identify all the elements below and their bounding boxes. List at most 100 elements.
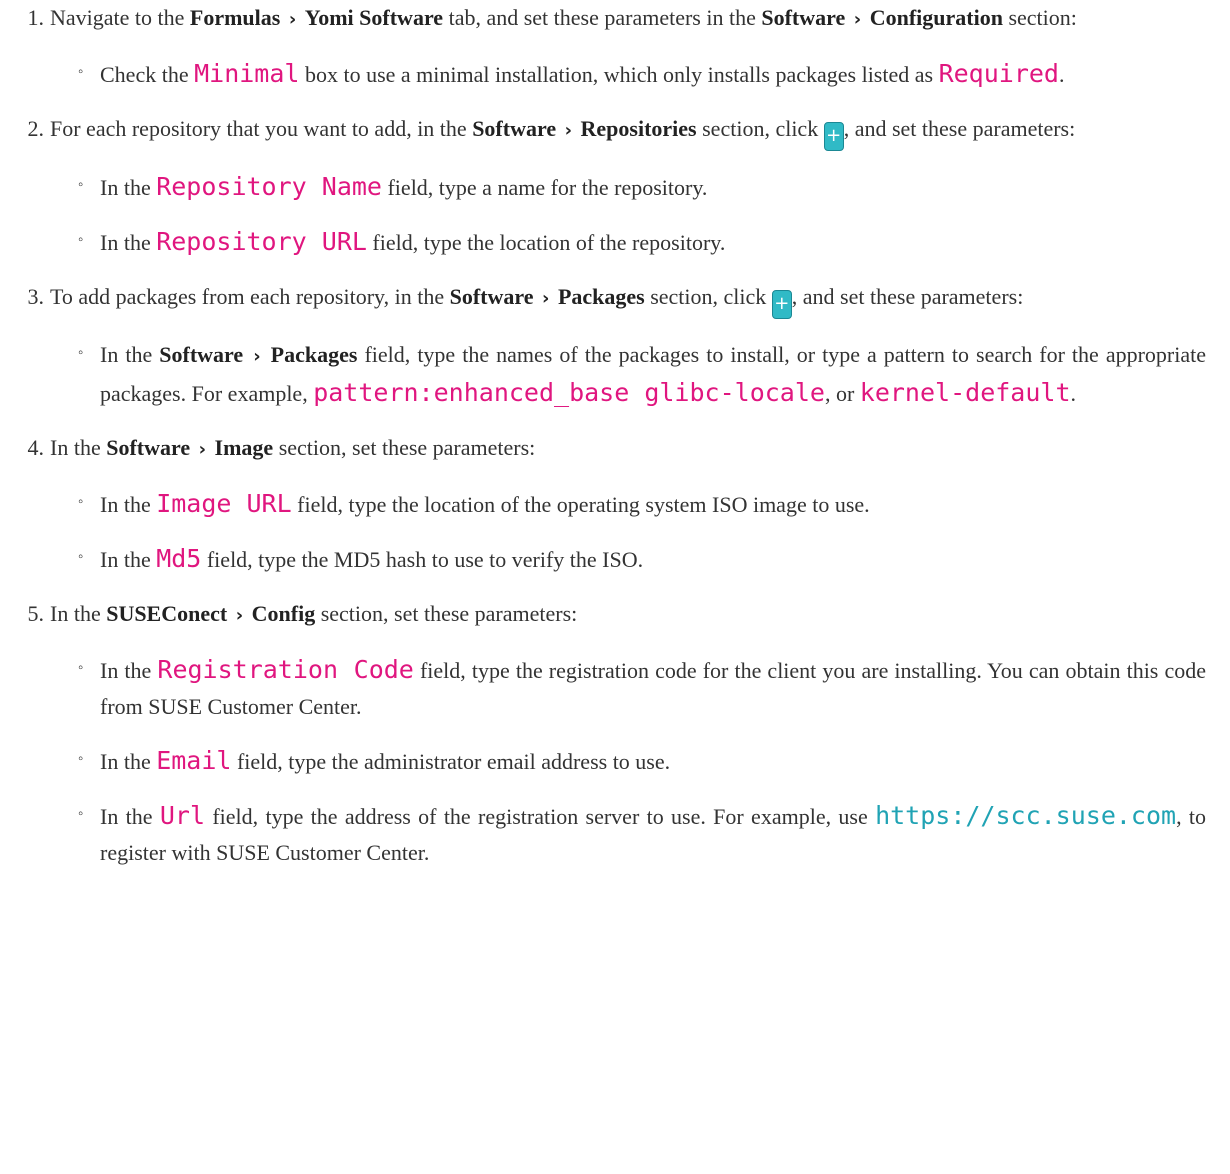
procedure-steps: 1. Navigate to the Formulas › Yomi Softw… [0,0,1207,871]
sub-text-run: field, type the MD5 hash to use to verif… [206,547,644,572]
ui-term-config: Config [251,601,316,626]
sub-text-run: In the [100,658,152,683]
menu-separator: › [542,288,550,309]
field-registration-code: Registration Code [157,655,414,684]
sub-text-run: Check the [100,62,189,87]
sub-step: ◦ In the Repository URL field, type the l… [50,224,1206,261]
step-text-run: , and set these parameters: [791,284,1024,309]
step-3: 3. To add packages from each repository,… [0,279,1207,412]
sub-steps: ◦ In the Repository Name field, type a na… [50,169,1206,261]
menu-separator: › [564,120,573,141]
step-text-run: , and set these parameters: [843,116,1076,141]
sub-step: ◦ In the Repository Name field, type a na… [50,169,1206,206]
step-text-run: To add packages from each repository, in… [50,284,445,309]
sub-steps: ◦ In the Image URL field, type the locati… [50,486,1206,578]
add-package-button[interactable]: + [771,290,792,319]
step-text-run: For each repository that you want to add… [50,116,467,141]
ui-term-image: Image [214,435,274,460]
sub-text-run: field, type the location of the reposito… [372,230,726,255]
field-md5: Md5 [156,544,202,573]
step-text-run: section, set these parameters: [278,435,536,460]
step-text-run: section, click [650,284,767,309]
step-text: In the SUSEConect › Config section, set … [50,596,1206,634]
ui-term-software: Software [106,435,191,460]
sub-text-run: In the [100,749,151,774]
ui-term-packages: Packages [557,284,645,309]
value-required: Required [938,59,1059,88]
bullet-icon: ◦ [78,806,84,822]
sub-step: ◦ In the Image URL field, type the locati… [50,486,1206,523]
sub-text-run: field, type a name for the repository. [387,175,708,200]
scc-link[interactable]: https://scc.suse.com [875,801,1176,830]
sub-step: ◦ In the Software › Packages field, type … [50,337,1206,412]
ui-term-software: Software [472,116,557,141]
step-text-run: Navigate to the [50,5,185,30]
bullet-icon: ◦ [78,494,84,510]
bullet-icon: ◦ [78,549,84,565]
step-text: For each repository that you want to add… [50,111,1206,151]
ui-term-repositories: Repositories [580,116,697,141]
sub-step: ◦ In the Url field, type the address of t… [50,798,1206,871]
sub-text-run: field, type the address of the registrat… [212,804,868,829]
sub-text-run: field, type the administrator email addr… [236,749,671,774]
step-5: 5. In the SUSEConect › Config section, s… [0,596,1207,871]
step-number: 3. [27,284,45,309]
bullet-icon: ◦ [78,345,84,361]
step-number: 1. [27,5,45,30]
bullet-icon: ◦ [78,64,84,80]
bullet-icon: ◦ [78,660,84,676]
step-text: Navigate to the Formulas › Yomi Software… [50,0,1206,38]
menu-separator: › [288,9,297,30]
sub-steps: ◦ In the Software › Packages field, type … [50,337,1206,412]
ui-term-software: Software [761,5,846,30]
sub-text-run: . [1070,381,1077,406]
sub-step: ◦ Check the Minimal box to use a minimal … [50,56,1206,93]
sub-step: ◦ In the Md5 field, type the MD5 hash to … [50,541,1206,578]
sub-text-run: In the [100,804,153,829]
field-image-url: Image URL [156,489,292,518]
bullet-icon: ◦ [78,232,84,248]
sub-step: ◦ In the Email field, type the administra… [50,743,1206,780]
step-number: 2. [27,116,45,141]
step-text: To add packages from each repository, in… [50,279,1206,319]
field-email: Email [156,746,232,775]
step-text-run: section: [1008,5,1077,30]
menu-separator: › [253,346,261,367]
step-text-run: section, set these parameters: [320,601,578,626]
sub-step: ◦ In the Registration Code field, type th… [50,652,1206,725]
ui-term-configuration: Configuration [869,5,1003,30]
example-pattern: pattern:enhanced_base glibc-locale [313,378,825,407]
field-repository-url: Repository URL [156,227,367,256]
step-text-run: tab, and set these parameters in the [448,5,756,30]
step-number: 5. [27,601,45,626]
example-kernel-default: kernel-default [859,378,1071,407]
sub-steps: ◦ In the Registration Code field, type th… [50,652,1206,871]
sub-text-run: field, type the location of the operatin… [297,492,870,517]
sub-text-run: In the [100,342,153,367]
menu-separator: › [853,9,862,30]
field-url: Url [159,801,206,830]
sub-text-run: , or [824,381,855,406]
sub-text-run: In the [100,492,151,517]
field-repository-name: Repository Name [156,172,382,201]
ui-term-packages: Packages [270,342,358,367]
step-4: 4. In the Software › Image section, set … [0,430,1206,578]
step-text: In the Software › Image section, set the… [50,430,1206,468]
step-text-run: section, click [702,116,819,141]
procedure-document: 1. Navigate to the Formulas › Yomi Softw… [0,0,1230,871]
menu-separator: › [198,439,207,460]
step-number: 4. [27,435,45,460]
sub-text-run: box to use a minimal installation, which… [304,62,934,87]
add-repository-button[interactable]: + [823,122,844,151]
sub-text-run: In the [100,175,151,200]
step-1: 1. Navigate to the Formulas › Yomi Softw… [0,0,1206,93]
sub-steps: ◦ Check the Minimal box to use a minimal … [50,56,1206,93]
ui-term-software: Software [449,284,534,309]
ui-term-suseconect: SUSEConect [106,601,228,626]
bullet-icon: ◦ [78,751,84,767]
sub-text-run: In the [100,230,151,255]
step-text-run: In the [50,601,101,626]
step-text-run: In the [50,435,101,460]
ui-term-software: Software [159,342,244,367]
menu-separator: › [235,605,244,626]
